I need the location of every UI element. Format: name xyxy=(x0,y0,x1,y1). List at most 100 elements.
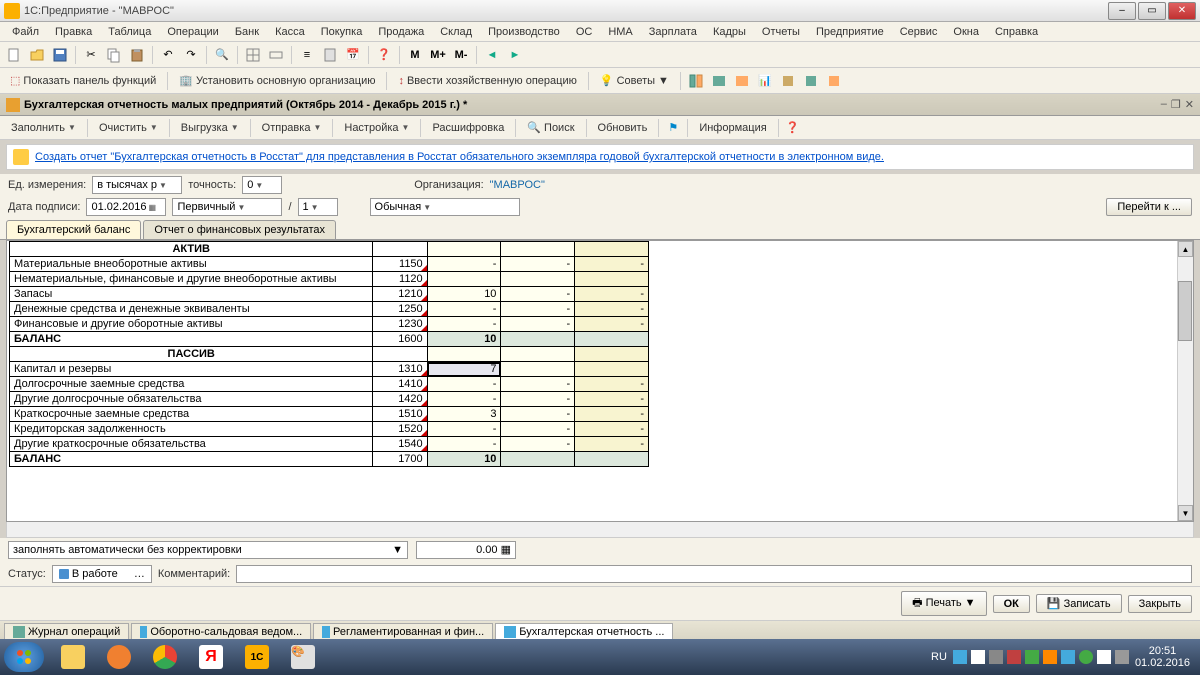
tray-icons[interactable] xyxy=(953,650,1129,664)
autofill-combo[interactable]: заполнять автоматически без корректировк… xyxy=(8,541,408,559)
t2-icon5[interactable] xyxy=(778,71,798,91)
menu-table[interactable]: Таблица xyxy=(102,24,157,40)
menu-edit[interactable]: Правка xyxy=(49,24,98,40)
mode-field[interactable]: Обычная▼ xyxy=(370,198,520,216)
rosstat-link[interactable]: Создать отчет "Бухгалтерская отчетность … xyxy=(35,151,884,163)
decode-button[interactable]: Расшифровка xyxy=(425,119,511,137)
close-button[interactable]: ✕ xyxy=(1168,2,1196,20)
menu-file[interactable]: Файл xyxy=(6,24,45,40)
new-icon[interactable] xyxy=(4,45,24,65)
menu-enterprise[interactable]: Предприятие xyxy=(810,24,890,40)
task-yandex[interactable]: Я xyxy=(189,642,233,672)
scroll-thumb[interactable] xyxy=(1178,281,1192,341)
send-button[interactable]: Отправка▼ xyxy=(255,119,329,137)
redo-icon[interactable]: ↷ xyxy=(181,45,201,65)
t2-icon6[interactable] xyxy=(801,71,821,91)
merge-icon[interactable] xyxy=(266,45,286,65)
open-icon[interactable] xyxy=(27,45,47,65)
cut-icon[interactable]: ✂ xyxy=(81,45,101,65)
balance-table[interactable]: АКТИВМатериальные внеоборотные активы115… xyxy=(9,241,649,467)
menu-windows[interactable]: Окна xyxy=(947,24,985,40)
help2-icon[interactable]: ❓ xyxy=(783,118,803,138)
search-button[interactable]: 🔍Поиск xyxy=(520,118,581,137)
unit-field[interactable]: в тысячах р▼ xyxy=(92,176,182,194)
t2-icon1[interactable] xyxy=(686,71,706,91)
scroll-down-icon[interactable]: ▼ xyxy=(1178,505,1193,521)
wtab-0[interactable]: Журнал операций xyxy=(4,623,129,641)
t2-icon7[interactable] xyxy=(824,71,844,91)
start-button[interactable] xyxy=(4,642,44,672)
precision-field[interactable]: 0▼ xyxy=(242,176,282,194)
goto-button[interactable]: Перейти к ... xyxy=(1106,198,1192,216)
menu-prod[interactable]: Производство xyxy=(482,24,566,40)
horizontal-scrollbar[interactable] xyxy=(6,522,1194,538)
grid-icon[interactable] xyxy=(243,45,263,65)
mem-mminus[interactable]: M- xyxy=(451,45,471,65)
set-org-button[interactable]: 🏢Установить основную организацию xyxy=(173,72,381,89)
doc-restore[interactable]: ❐ xyxy=(1171,98,1181,111)
minimize-button[interactable]: – xyxy=(1108,2,1136,20)
fill-button[interactable]: Заполнить▼ xyxy=(4,119,83,137)
save-button[interactable]: 💾 Записать xyxy=(1036,594,1122,613)
autofill-value[interactable]: 0.00 ▦ xyxy=(416,541,516,559)
task-1c[interactable]: 1C xyxy=(235,642,279,672)
wtab-3[interactable]: Бухгалтерская отчетность ... xyxy=(495,623,673,641)
t2-icon3[interactable] xyxy=(732,71,752,91)
show-panel-button[interactable]: ⬚Показать панель функций xyxy=(4,72,162,89)
back-icon[interactable]: ◄ xyxy=(482,45,502,65)
menu-sale[interactable]: Продажа xyxy=(372,24,430,40)
enter-op-button[interactable]: ↕Ввести хозяйственную операцию xyxy=(392,73,582,89)
doc-close[interactable]: ✕ xyxy=(1185,98,1194,111)
wtab-2[interactable]: Регламентированная и фин... xyxy=(313,623,493,641)
calendar-icon[interactable]: 📅 xyxy=(343,45,363,65)
menu-reports[interactable]: Отчеты xyxy=(756,24,806,40)
print-button[interactable]: 🖶 Печать ▼ xyxy=(901,591,986,616)
ok-button[interactable]: ОК xyxy=(993,595,1030,613)
task-chrome[interactable] xyxy=(143,642,187,672)
settings-button[interactable]: Настройка▼ xyxy=(337,119,416,137)
corr-field[interactable]: 1▼ xyxy=(298,198,338,216)
task-paint[interactable]: 🎨 xyxy=(281,642,325,672)
maximize-button[interactable]: ▭ xyxy=(1138,2,1166,20)
org-value[interactable]: "МАВРОС" xyxy=(490,179,545,191)
menu-service[interactable]: Сервис xyxy=(894,24,944,40)
wtab-1[interactable]: Оборотно-сальдовая ведом... xyxy=(131,623,311,641)
search-icon[interactable]: 🔍 xyxy=(212,45,232,65)
scroll-up-icon[interactable]: ▲ xyxy=(1178,241,1193,257)
t2-icon2[interactable] xyxy=(709,71,729,91)
info-button[interactable]: Информация xyxy=(692,119,773,137)
menu-hr[interactable]: Кадры xyxy=(707,24,752,40)
menu-salary[interactable]: Зарплата xyxy=(643,24,703,40)
fwd-icon[interactable]: ► xyxy=(505,45,525,65)
vertical-scrollbar[interactable]: ▲ ▼ xyxy=(1177,241,1193,521)
date-field[interactable]: 01.02.2016▦ xyxy=(86,198,166,216)
refresh-button[interactable]: Обновить xyxy=(591,119,655,137)
clear-button[interactable]: Очистить▼ xyxy=(92,119,165,137)
task-media[interactable] xyxy=(97,642,141,672)
export-button[interactable]: Выгрузка▼ xyxy=(174,119,246,137)
copy-icon[interactable] xyxy=(104,45,124,65)
menu-bank[interactable]: Банк xyxy=(229,24,265,40)
list-icon[interactable]: ≡ xyxy=(297,45,317,65)
menu-cash[interactable]: Касса xyxy=(269,24,311,40)
paste-icon[interactable] xyxy=(127,45,147,65)
menu-nma[interactable]: НМА xyxy=(602,24,638,40)
menu-purchase[interactable]: Покупка xyxy=(315,24,369,40)
type-field[interactable]: Первичный▼ xyxy=(172,198,282,216)
undo-icon[interactable]: ↶ xyxy=(158,45,178,65)
close-doc-button[interactable]: Закрыть xyxy=(1128,595,1192,613)
t2-icon4[interactable]: 📊 xyxy=(755,71,775,91)
flag-icon[interactable]: ⚑ xyxy=(663,118,683,138)
mem-m[interactable]: M xyxy=(405,45,425,65)
comment-field[interactable] xyxy=(236,565,1192,583)
tray-lang[interactable]: RU xyxy=(931,651,947,663)
calc-icon[interactable] xyxy=(320,45,340,65)
save-icon[interactable] xyxy=(50,45,70,65)
doc-minimize[interactable]: – xyxy=(1161,98,1167,111)
tips-button[interactable]: 💡Советы▼ xyxy=(594,72,675,89)
task-explorer[interactable] xyxy=(51,642,95,672)
menu-help[interactable]: Справка xyxy=(989,24,1044,40)
tab-balance[interactable]: Бухгалтерский баланс xyxy=(6,220,141,239)
tab-finresults[interactable]: Отчет о финансовых результатах xyxy=(143,220,336,239)
help-icon[interactable]: ❓ xyxy=(374,45,394,65)
